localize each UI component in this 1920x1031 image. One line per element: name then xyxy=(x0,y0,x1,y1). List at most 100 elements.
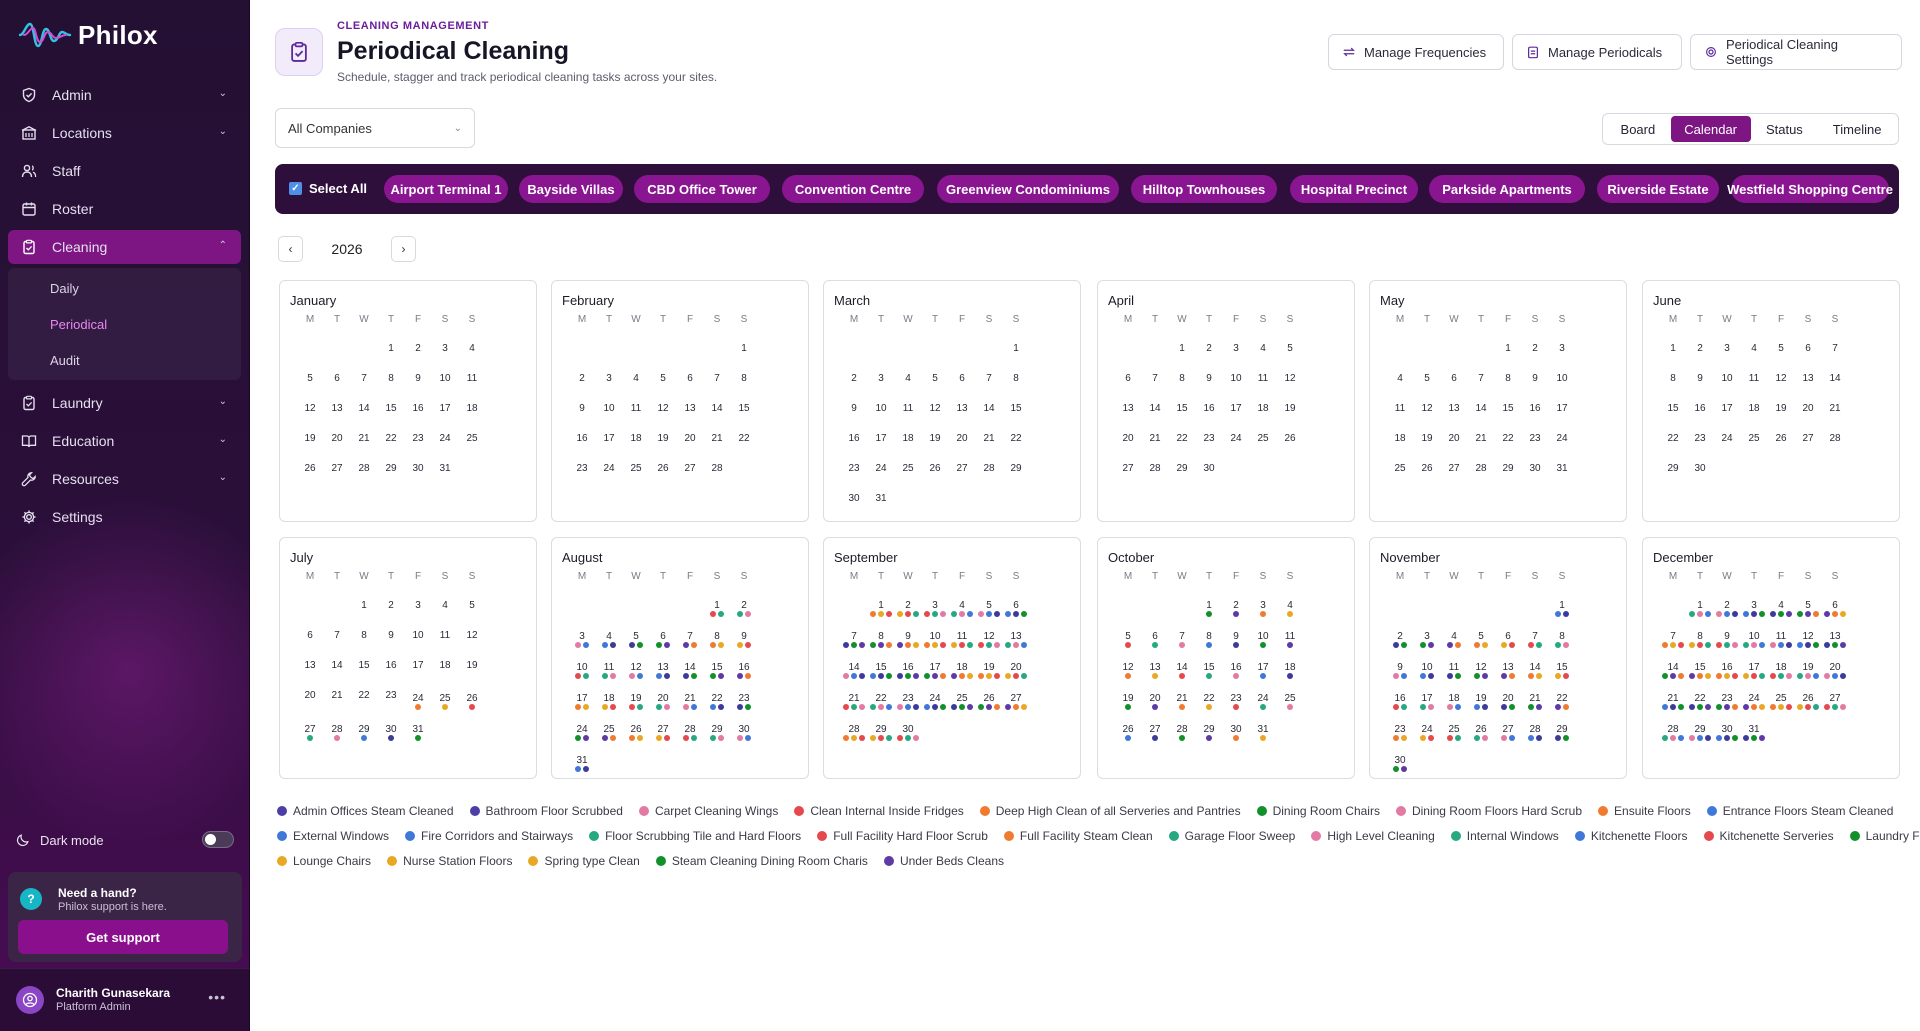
subnav-item-periodical[interactable]: Periodical xyxy=(8,306,241,342)
subnav-item-daily[interactable]: Daily xyxy=(8,270,241,306)
calendar-day[interactable]: 19 xyxy=(1274,403,1306,414)
calendar-day[interactable]: 22 xyxy=(1546,693,1578,710)
calendar-day[interactable]: 30 xyxy=(728,724,760,741)
get-support-button[interactable]: Get support xyxy=(18,920,228,954)
calendar-day[interactable]: 6 xyxy=(1000,600,1032,617)
calendar-day[interactable]: 9 xyxy=(728,631,760,648)
calendar-day[interactable]: 17 xyxy=(1546,403,1578,414)
site-chip[interactable]: Bayside Villas xyxy=(519,175,623,203)
calendar-day[interactable]: 29 xyxy=(1546,724,1578,741)
nav-item-cleaning[interactable]: Cleaning ⌃ xyxy=(8,230,241,264)
nav-item-roster[interactable]: Roster xyxy=(8,192,241,226)
more-icon[interactable]: ••• xyxy=(208,989,226,1005)
subnav-item-audit[interactable]: Audit xyxy=(8,342,241,378)
calendar-day[interactable]: 28 xyxy=(1819,433,1851,444)
calendar-day[interactable]: 22 xyxy=(1000,433,1032,444)
calendar-day[interactable]: 27 xyxy=(1819,693,1851,710)
dark-mode-toggle[interactable] xyxy=(202,831,234,848)
tab-calendar[interactable]: Calendar xyxy=(1670,116,1751,142)
calendar-day[interactable]: 15 xyxy=(1546,662,1578,679)
site-chip[interactable]: Parkside Apartments xyxy=(1429,175,1585,203)
calendar-day[interactable]: 31 xyxy=(1738,724,1770,741)
prev-year-button[interactable]: ‹ xyxy=(278,236,303,262)
calendar-day[interactable]: 30 xyxy=(1384,755,1416,772)
calendar-day[interactable]: 1 xyxy=(728,343,760,354)
tab-timeline[interactable]: Timeline xyxy=(1818,116,1896,142)
calendar-day[interactable]: 29 xyxy=(1000,463,1032,474)
calendar-day[interactable]: 1 xyxy=(1546,600,1578,617)
calendar-day[interactable]: 8 xyxy=(1546,631,1578,648)
nav-item-locations[interactable]: Locations ⌄ xyxy=(8,116,241,150)
calendar-day[interactable]: 31 xyxy=(429,463,461,474)
calendar-day[interactable]: 15 xyxy=(1000,403,1032,414)
calendar-day[interactable]: 25 xyxy=(456,433,488,444)
calendar-day[interactable]: 5 xyxy=(1274,343,1306,354)
calendar-day[interactable]: 31 xyxy=(865,493,897,504)
calendar-day[interactable]: 2 xyxy=(728,600,760,617)
calendar-day[interactable]: 18 xyxy=(1274,662,1306,679)
calendar-day[interactable]: 23 xyxy=(728,693,760,710)
calendar-day[interactable]: 11 xyxy=(456,373,488,384)
calendar-day[interactable]: 13 xyxy=(1000,631,1032,648)
calendar-day[interactable]: 18 xyxy=(456,403,488,414)
calendar-day[interactable]: 1 xyxy=(1000,343,1032,354)
nav-item-education[interactable]: Education ⌄ xyxy=(8,424,241,458)
calendar-day[interactable]: 31 xyxy=(566,755,598,772)
select-all-checkbox[interactable]: ✓ Select All xyxy=(289,181,367,196)
nav-item-settings[interactable]: Settings xyxy=(8,500,241,534)
calendar-day[interactable]: 12 xyxy=(1274,373,1306,384)
site-chip[interactable]: Hilltop Townhouses xyxy=(1131,175,1277,203)
calendar-day[interactable]: 10 xyxy=(1546,373,1578,384)
calendar-day[interactable]: 28 xyxy=(701,463,733,474)
philox-logo[interactable]: Philox xyxy=(18,18,158,52)
calendar-day[interactable]: 26 xyxy=(456,693,488,710)
calendar-day[interactable]: 8 xyxy=(728,373,760,384)
calendar-day[interactable]: 21 xyxy=(1819,403,1851,414)
site-chip[interactable]: Airport Terminal 1 xyxy=(384,175,508,203)
manage-frequencies-button[interactable]: Manage Frequencies xyxy=(1328,34,1504,70)
calendar-day[interactable]: 30 xyxy=(1684,463,1716,474)
site-chip[interactable]: Greenview Condominiums xyxy=(937,175,1119,203)
calendar-day[interactable]: 15 xyxy=(728,403,760,414)
calendar-day[interactable]: 16 xyxy=(728,662,760,679)
calendar-day[interactable]: 30 xyxy=(1193,463,1225,474)
manage-periodicals-button[interactable]: Manage Periodicals xyxy=(1512,34,1682,70)
company-select[interactable]: All Companies ⌄ xyxy=(275,108,475,148)
calendar-day[interactable]: 11 xyxy=(1274,631,1306,648)
calendar-day[interactable]: 7 xyxy=(1819,343,1851,354)
calendar-day[interactable]: 5 xyxy=(456,600,488,611)
site-chip[interactable]: Westfield Shopping Centre xyxy=(1727,175,1893,203)
site-chip[interactable]: CBD Office Tower xyxy=(634,175,770,203)
site-chip[interactable]: Riverside Estate xyxy=(1597,175,1719,203)
calendar-day[interactable]: 19 xyxy=(456,660,488,671)
nav-item-resources[interactable]: Resources ⌄ xyxy=(8,462,241,496)
calendar-day[interactable]: 20 xyxy=(1819,662,1851,679)
calendar-day[interactable]: 4 xyxy=(456,343,488,354)
user-profile[interactable]: Charith Gunasekara Platform Admin ••• xyxy=(0,968,249,1031)
tab-board[interactable]: Board xyxy=(1605,116,1671,142)
calendar-day[interactable]: 26 xyxy=(1274,433,1306,444)
calendar-day[interactable]: 14 xyxy=(1819,373,1851,384)
site-chip[interactable]: Convention Centre xyxy=(782,175,924,203)
calendar-day[interactable]: 24 xyxy=(1546,433,1578,444)
calendar-day[interactable]: 22 xyxy=(728,433,760,444)
calendar-day[interactable]: 31 xyxy=(402,724,434,741)
calendar-day[interactable]: 6 xyxy=(1819,600,1851,617)
calendar-day[interactable]: 12 xyxy=(456,630,488,641)
calendar-day[interactable]: 30 xyxy=(892,724,924,741)
calendar-day[interactable]: 3 xyxy=(1546,343,1578,354)
calendar-day[interactable]: 4 xyxy=(1274,600,1306,617)
nav-item-staff[interactable]: Staff xyxy=(8,154,241,188)
calendar-day[interactable]: 8 xyxy=(1000,373,1032,384)
calendar-day[interactable]: 31 xyxy=(1247,724,1279,741)
nav-item-admin[interactable]: Admin ⌄ xyxy=(8,78,241,112)
calendar-day[interactable]: 31 xyxy=(1546,463,1578,474)
site-chip[interactable]: Hospital Precinct xyxy=(1290,175,1418,203)
next-year-button[interactable]: › xyxy=(391,236,416,262)
calendar-day[interactable]: 27 xyxy=(1000,693,1032,710)
nav-item-laundry[interactable]: Laundry ⌄ xyxy=(8,386,241,420)
calendar-day[interactable]: 25 xyxy=(1274,693,1306,710)
calendar-day[interactable]: 13 xyxy=(1819,631,1851,648)
tab-status[interactable]: Status xyxy=(1751,116,1819,142)
periodical-settings-button[interactable]: Periodical Cleaning Settings xyxy=(1690,34,1902,70)
